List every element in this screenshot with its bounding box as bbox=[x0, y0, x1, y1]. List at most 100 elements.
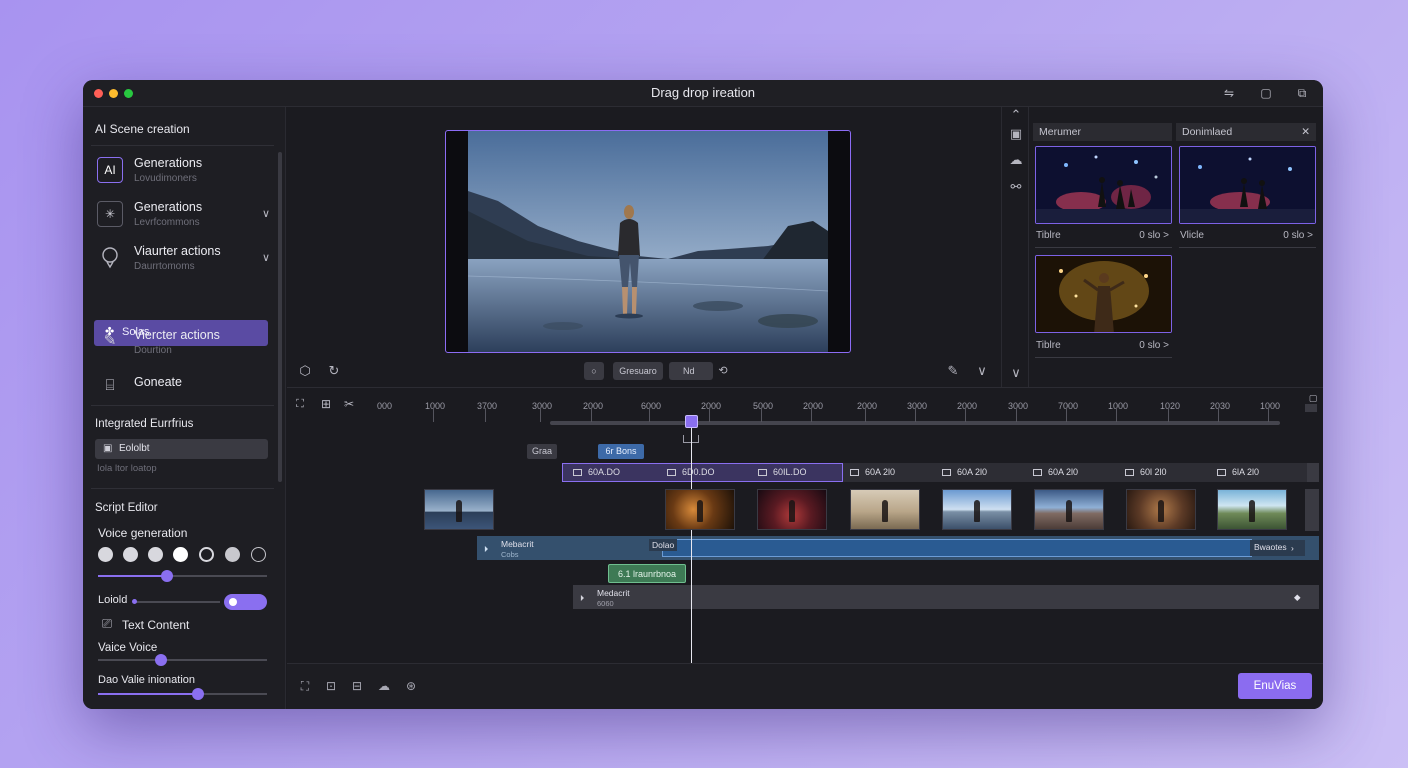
playhead-line[interactable] bbox=[691, 425, 692, 663]
segment-label[interactable]: 6D0.DO bbox=[667, 463, 715, 482]
caption-meta[interactable]: 0 slo > bbox=[1283, 230, 1313, 241]
dao-valie-slider[interactable] bbox=[98, 688, 267, 700]
record-button[interactable]: ○ bbox=[584, 362, 604, 380]
effects-icon[interactable]: ⊛ bbox=[403, 678, 419, 694]
crop-icon[interactable]: ⛶ bbox=[297, 678, 313, 694]
sidebar-item-viercter-actions[interactable]: ✎ Viercter actions Dourtion bbox=[95, 325, 270, 363]
marker-tag-blue[interactable]: 6r Bons bbox=[598, 444, 644, 459]
slider-knob[interactable] bbox=[154, 654, 167, 666]
preview-nd-button[interactable]: Nd bbox=[669, 362, 713, 380]
track-scroll[interactable] bbox=[1309, 536, 1319, 560]
caption-meta[interactable]: 0 slo > bbox=[1139, 230, 1169, 241]
video-clip[interactable] bbox=[1126, 489, 1196, 530]
sidebar-item-sub: Daurrtomoms bbox=[134, 261, 195, 272]
sidebar-item-generations-2[interactable]: ✳ Generations Levrfcommons ∨ bbox=[95, 197, 270, 235]
divider bbox=[91, 145, 274, 146]
segment-label[interactable]: 60A 2l0 bbox=[850, 463, 895, 482]
voice-option-4[interactable] bbox=[173, 547, 188, 562]
layout-icon[interactable]: ▢ bbox=[1259, 86, 1273, 100]
video-clip[interactable] bbox=[757, 489, 827, 530]
audio-track-2[interactable]: ⏵ Medacrit 6060 ◆ bbox=[573, 585, 1309, 609]
marker-tag-green[interactable]: 6.1 lraunrbnoa bbox=[608, 564, 686, 583]
image-icon[interactable]: ⊡ bbox=[323, 678, 339, 694]
export-button[interactable]: EnuVias bbox=[1238, 673, 1312, 699]
ruler-tick bbox=[591, 408, 592, 422]
chevron-down-icon[interactable]: ∨ bbox=[262, 251, 270, 264]
voice-option-3[interactable] bbox=[148, 547, 163, 562]
add-track-icon[interactable]: ⊞ bbox=[318, 396, 334, 412]
snap-icon[interactable]: ⛶ bbox=[292, 396, 308, 412]
slider-knob[interactable] bbox=[191, 688, 204, 700]
close-icon[interactable]: ✕ bbox=[1301, 126, 1310, 138]
voice-option-1[interactable] bbox=[98, 547, 113, 562]
voice-option-2[interactable] bbox=[123, 547, 138, 562]
segment-label[interactable]: 60l 2l0 bbox=[1125, 463, 1167, 482]
ruler-tick bbox=[1168, 408, 1169, 422]
chevron-icon[interactable]: › bbox=[1291, 543, 1294, 553]
media-header-right[interactable]: Donimlaed ✕ bbox=[1176, 123, 1316, 141]
loiold-slider[interactable] bbox=[132, 599, 220, 604]
video-clip[interactable] bbox=[1034, 489, 1104, 530]
voice-generation-label: Voice generation bbox=[98, 526, 188, 540]
audio-waveform-bar[interactable] bbox=[662, 539, 1252, 557]
fullscreen-icon[interactable]: ⧉ bbox=[1295, 86, 1309, 100]
video-clip[interactable] bbox=[850, 489, 920, 530]
integrated-field[interactable]: ▣ Eololbt bbox=[95, 439, 268, 459]
video-clip[interactable] bbox=[424, 489, 494, 530]
segment-label[interactable]: 60IL.DO bbox=[758, 463, 807, 482]
voice-voice-slider[interactable] bbox=[98, 654, 267, 666]
chevron-down-icon[interactable]: ∨ bbox=[262, 207, 270, 220]
media-thumbnail-3[interactable] bbox=[1035, 255, 1172, 333]
voice-generation-slider[interactable] bbox=[98, 570, 267, 582]
history-icon[interactable]: ⟲ bbox=[715, 363, 731, 379]
voice-option-5[interactable] bbox=[199, 547, 214, 562]
layers-icon[interactable]: ⊟ bbox=[349, 678, 365, 694]
track-scroll[interactable] bbox=[1307, 463, 1319, 482]
collapse-icon[interactable]: ⌃ bbox=[1008, 107, 1024, 123]
slider-knob[interactable] bbox=[161, 570, 174, 582]
chevron-down-icon[interactable]: ∨ bbox=[1008, 365, 1024, 381]
voice-option-6[interactable] bbox=[225, 547, 240, 562]
segment-label[interactable]: 60A 2l0 bbox=[942, 463, 987, 482]
timeline-zoom-handle[interactable] bbox=[1305, 404, 1317, 412]
segment-label[interactable]: 6lA 2l0 bbox=[1217, 463, 1259, 482]
caption-meta[interactable]: 0 slo > bbox=[1139, 340, 1169, 351]
image-icon[interactable]: ▣ bbox=[1008, 126, 1024, 142]
sidebar-item-sub: Levrfcommons bbox=[134, 217, 200, 228]
sidebar-item-generate[interactable]: ⌸ Goneate bbox=[95, 370, 270, 408]
ai-badge-icon: AI bbox=[97, 157, 123, 183]
loiold-toggle[interactable] bbox=[224, 594, 267, 610]
voice-option-7[interactable] bbox=[251, 547, 266, 562]
track-scroll[interactable] bbox=[1309, 585, 1319, 609]
expand-icon[interactable]: ◆ bbox=[1294, 592, 1301, 602]
chevron-down-icon[interactable]: ∨ bbox=[974, 363, 990, 379]
loop-icon[interactable]: ⬡ bbox=[297, 363, 313, 379]
preview-frame[interactable] bbox=[445, 130, 851, 353]
cut-icon[interactable]: ✂ bbox=[341, 396, 357, 412]
track-scroll[interactable] bbox=[1305, 489, 1319, 531]
nodes-icon[interactable]: ⚯ bbox=[1008, 179, 1024, 195]
video-clip[interactable] bbox=[665, 489, 735, 530]
refresh-icon[interactable]: ↻ bbox=[326, 363, 342, 379]
slider-knob[interactable] bbox=[132, 599, 137, 604]
video-clip[interactable] bbox=[1217, 489, 1287, 530]
sidebar-item-generations[interactable]: AI Generations Lovudimoners bbox=[95, 153, 270, 191]
sidebar-scrollbar[interactable] bbox=[278, 152, 282, 482]
segment-label[interactable]: 60A 2l0 bbox=[1033, 463, 1078, 482]
cloud-icon[interactable]: ☁ bbox=[376, 678, 392, 694]
marker-tag-grey[interactable]: Graa bbox=[527, 444, 557, 459]
pen-icon[interactable]: ✎ bbox=[945, 363, 961, 379]
segment-label[interactable]: 60A.DO bbox=[573, 463, 620, 482]
sliders-icon[interactable]: ⇋ bbox=[1222, 86, 1236, 100]
media-thumbnail-1[interactable] bbox=[1035, 146, 1172, 224]
playhead-handle[interactable] bbox=[685, 415, 698, 428]
video-clip[interactable] bbox=[942, 489, 1012, 530]
cloud-icon[interactable]: ☁ bbox=[1008, 152, 1024, 168]
media-header-left[interactable]: Merumer bbox=[1033, 123, 1172, 141]
title-bar: Drag drop ireation ⇋ ▢ ⧉ bbox=[83, 80, 1323, 107]
ruler-label: 1000 bbox=[425, 401, 446, 411]
media-thumbnail-2[interactable] bbox=[1179, 146, 1316, 224]
audio-track-1[interactable]: ⏵ Mebacrit Cobs Dolao Bwaotes › bbox=[477, 536, 1309, 560]
sidebar-item-voice-actions[interactable]: Viaurter actions Daurrtomoms ∨ bbox=[95, 241, 270, 279]
preview-mode-button[interactable]: Gresuaro bbox=[613, 362, 663, 380]
